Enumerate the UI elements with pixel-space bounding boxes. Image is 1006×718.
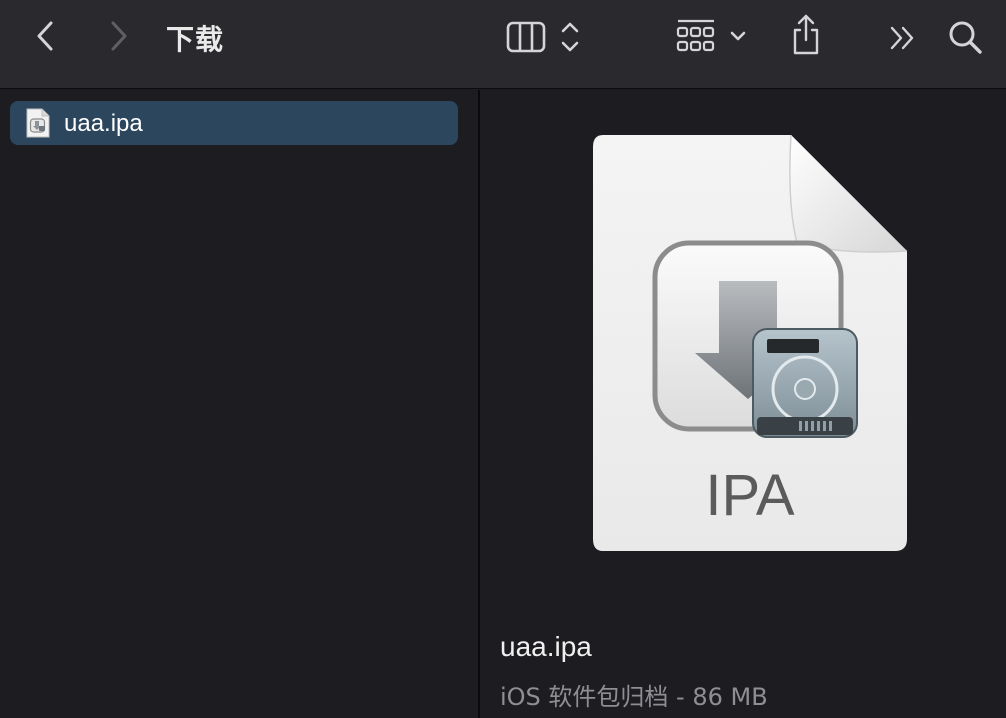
chevron-right-icon — [111, 21, 127, 51]
window-title: 下载 — [166, 23, 225, 56]
back-button[interactable] — [26, 16, 66, 56]
list-item[interactable]: uaa.ipa — [10, 101, 458, 145]
more-toolbar-button[interactable] — [882, 18, 922, 58]
double-chevron-icon — [890, 26, 914, 50]
share-icon — [793, 14, 819, 55]
grid-group-icon — [676, 19, 746, 52]
ipa-document-icon: IPA — [593, 134, 908, 551]
preview-file-name: uaa.ipa — [500, 631, 592, 662]
view-mode-button[interactable] — [504, 16, 584, 58]
search-button[interactable] — [944, 16, 986, 58]
forward-button[interactable] — [98, 16, 138, 56]
file-column: uaa.ipa — [0, 90, 478, 718]
ipa-file-icon — [26, 108, 50, 138]
preview-pane: IPA uaa.ipa iOS 软件包归档 - 86 MB — [480, 90, 1006, 718]
preview-file-kind-size: iOS 软件包归档 - 86 MB — [500, 683, 768, 711]
search-icon — [949, 21, 982, 54]
share-button[interactable] — [786, 12, 826, 58]
group-by-button[interactable] — [674, 16, 750, 58]
chevron-left-icon — [37, 21, 53, 51]
column-view-icon — [506, 21, 579, 53]
file-name: uaa.ipa — [64, 110, 143, 137]
icon-label: IPA — [705, 463, 794, 528]
finder-window: 下载 uaa.ipa IPA uaa.ipa iOS 软件包归档 - 86 MB — [0, 0, 1006, 718]
toolbar: 下载 — [0, 0, 1006, 89]
